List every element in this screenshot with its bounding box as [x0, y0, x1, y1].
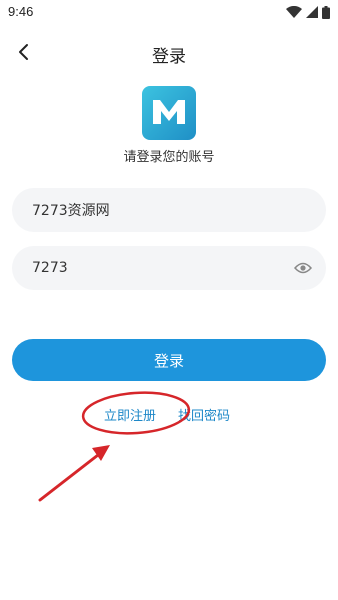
- eye-icon: [293, 259, 313, 278]
- status-bar: 9:46: [0, 0, 338, 26]
- app-logo-m-icon: [150, 96, 188, 130]
- login-subtitle: 请登录您的账号: [123, 150, 215, 165]
- username-input[interactable]: [12, 188, 326, 232]
- annotation-arrow-line: [38, 453, 100, 502]
- password-visibility-toggle[interactable]: [292, 258, 314, 278]
- battery-icon: [322, 5, 330, 19]
- login-button[interactable]: 登录: [12, 339, 326, 381]
- app-logo: [142, 86, 196, 140]
- password-input[interactable]: [12, 246, 326, 290]
- page-title: 登录: [152, 47, 186, 67]
- annotation-arrow-head: [92, 445, 110, 461]
- nav-bar: 登录: [0, 34, 338, 74]
- signal-icon: [306, 6, 318, 18]
- register-link[interactable]: 立即注册: [104, 405, 156, 424]
- wifi-icon: [286, 6, 302, 18]
- forgot-password-link[interactable]: 找回密码: [178, 405, 230, 424]
- status-time: 9:46: [8, 4, 34, 19]
- status-icons: [286, 5, 330, 19]
